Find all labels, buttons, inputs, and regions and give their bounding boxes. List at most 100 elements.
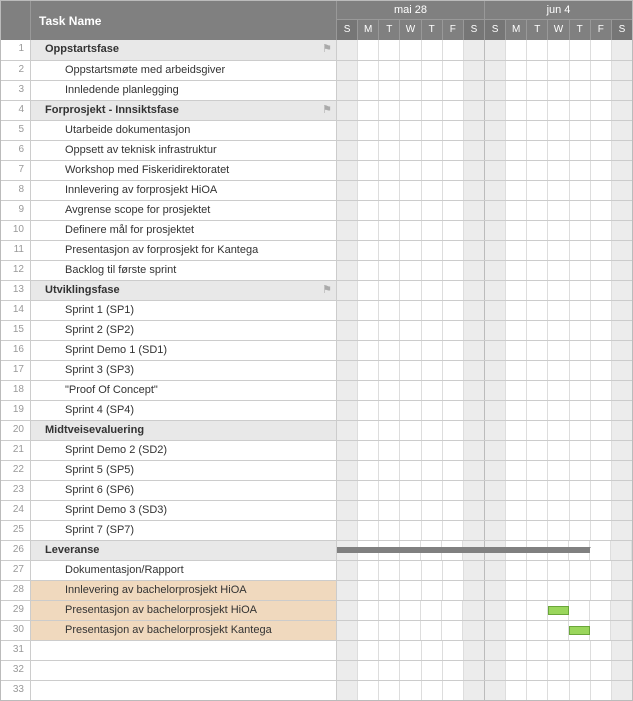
gantt-day [485,241,506,260]
task-row[interactable]: 29Presentasjon av bachelorprosjekt HiOA [1,600,632,620]
task-row[interactable]: 15Sprint 2 (SP2) [1,320,632,340]
task-row[interactable]: 25Sprint 7 (SP7) [1,520,632,540]
row-number: 16 [1,341,31,360]
gantt-day [337,81,358,100]
gantt-day [379,601,400,620]
gantt-day [548,321,569,340]
task-cell[interactable]: Workshop med Fiskeridirektoratet [31,161,337,180]
task-row[interactable]: 20Midtveisevaluering [1,420,632,440]
task-cell[interactable]: Midtveisevaluering [31,421,337,440]
task-row[interactable]: 10Definere mål for prosjektet [1,220,632,240]
gantt-day [464,281,485,300]
gantt-day [400,441,421,460]
task-row[interactable]: 2Oppstartsmøte med arbeidsgiver [1,60,632,80]
task-cell[interactable]: Sprint 5 (SP5) [31,461,337,480]
task-cell[interactable]: Presentasjon av bachelorprosjekt Kantega [31,621,337,640]
task-cell[interactable] [31,681,337,700]
task-row[interactable]: 6Oppsett av teknisk infrastruktur [1,140,632,160]
task-row[interactable]: 28Innlevering av bachelorprosjekt HiOA [1,580,632,600]
gantt-day [358,641,379,660]
task-cell[interactable]: Forprosjekt - Innsiktsfase⚑ [31,101,337,120]
gantt-day [485,641,506,660]
task-row[interactable]: 22Sprint 5 (SP5) [1,460,632,480]
task-row[interactable]: 3Innledende planlegging [1,80,632,100]
task-cell[interactable]: Sprint 1 (SP1) [31,301,337,320]
task-cell[interactable]: Oppstartsmøte med arbeidsgiver [31,61,337,80]
row-number: 10 [1,221,31,240]
task-bar[interactable] [548,606,569,615]
task-row[interactable]: 9Avgrense scope for prosjektet [1,200,632,220]
task-row[interactable]: 16Sprint Demo 1 (SD1) [1,340,632,360]
task-row[interactable]: 27Dokumentasjon/Rapport [1,560,632,580]
gantt-day [548,361,569,380]
task-cell[interactable]: Definere mål for prosjektet [31,221,337,240]
task-cell[interactable] [31,661,337,680]
row-number: 32 [1,661,31,680]
task-cell[interactable]: Backlog til første sprint [31,261,337,280]
task-row[interactable]: 19Sprint 4 (SP4) [1,400,632,420]
task-cell[interactable]: "Proof Of Concept" [31,381,337,400]
task-cell[interactable]: Presentasjon av forprosjekt for Kantega [31,241,337,260]
task-row[interactable]: 31 [1,640,632,660]
task-label: Sprint Demo 2 (SD2) [31,444,167,456]
gantt-day [379,121,400,140]
task-cell[interactable]: Presentasjon av bachelorprosjekt HiOA [31,601,337,620]
task-cell[interactable]: Innledende planlegging [31,81,337,100]
gantt-day [485,401,506,420]
gantt-day [400,641,421,660]
gantt-day [570,181,591,200]
gantt-day [506,441,527,460]
task-row[interactable]: 4Forprosjekt - Innsiktsfase⚑ [1,100,632,120]
task-cell[interactable]: Innlevering av forprosjekt HiOA [31,181,337,200]
task-name-header[interactable]: Task Name [31,1,337,40]
gantt-day [570,441,591,460]
gantt-day [527,481,548,500]
gantt-cell [337,461,632,480]
task-cell[interactable]: Utviklingsfase⚑ [31,281,337,300]
task-row[interactable]: 1Oppstartsfase⚑ [1,40,632,60]
gantt-day [422,521,443,540]
row-number: 8 [1,181,31,200]
gantt-day [337,661,358,680]
task-cell[interactable]: Utarbeide dokumentasjon [31,121,337,140]
task-row[interactable]: 30Presentasjon av bachelorprosjekt Kante… [1,620,632,640]
task-row[interactable]: 7Workshop med Fiskeridirektoratet [1,160,632,180]
task-row[interactable]: 11Presentasjon av forprosjekt for Kanteg… [1,240,632,260]
task-row[interactable]: 23Sprint 6 (SP6) [1,480,632,500]
task-row[interactable]: 32 [1,660,632,680]
task-row[interactable]: 24Sprint Demo 3 (SD3) [1,500,632,520]
task-cell[interactable]: Sprint 4 (SP4) [31,401,337,420]
task-label: Oppstartsmøte med arbeidsgiver [31,64,225,76]
task-cell[interactable]: Leveranse [31,541,337,560]
task-cell[interactable]: Oppsett av teknisk infrastruktur [31,141,337,160]
task-cell[interactable]: Innlevering av bachelorprosjekt HiOA [31,581,337,600]
task-row[interactable]: 21Sprint Demo 2 (SD2) [1,440,632,460]
task-row[interactable]: 33 [1,680,632,700]
row-number: 28 [1,581,31,600]
task-cell[interactable]: Dokumentasjon/Rapport [31,561,337,580]
task-cell[interactable]: Oppstartsfase⚑ [31,40,337,60]
task-cell[interactable]: Sprint Demo 3 (SD3) [31,501,337,520]
week-col-0[interactable]: mai 28 S M T W T F S [337,1,485,40]
task-row[interactable]: 8Innlevering av forprosjekt HiOA [1,180,632,200]
task-cell[interactable] [31,641,337,660]
task-cell[interactable]: Sprint 3 (SP3) [31,361,337,380]
task-cell[interactable]: Avgrense scope for prosjektet [31,201,337,220]
gantt-day [548,501,569,520]
task-row[interactable]: 18"Proof Of Concept" [1,380,632,400]
gantt-day [379,361,400,380]
task-row[interactable]: 17Sprint 3 (SP3) [1,360,632,380]
task-cell[interactable]: Sprint 6 (SP6) [31,481,337,500]
gantt-day [358,481,379,500]
task-cell[interactable]: Sprint 2 (SP2) [31,321,337,340]
task-cell[interactable]: Sprint Demo 2 (SD2) [31,441,337,460]
task-row[interactable]: 13Utviklingsfase⚑ [1,280,632,300]
task-bar[interactable] [569,626,590,635]
task-row[interactable]: 26Leveranse [1,540,632,560]
week-col-1[interactable]: jun 4 S M T W T F S [485,1,632,40]
task-cell[interactable]: Sprint 7 (SP7) [31,521,337,540]
task-row[interactable]: 12Backlog til første sprint [1,260,632,280]
task-row[interactable]: 14Sprint 1 (SP1) [1,300,632,320]
task-cell[interactable]: Sprint Demo 1 (SD1) [31,341,337,360]
task-row[interactable]: 5Utarbeide dokumentasjon [1,120,632,140]
